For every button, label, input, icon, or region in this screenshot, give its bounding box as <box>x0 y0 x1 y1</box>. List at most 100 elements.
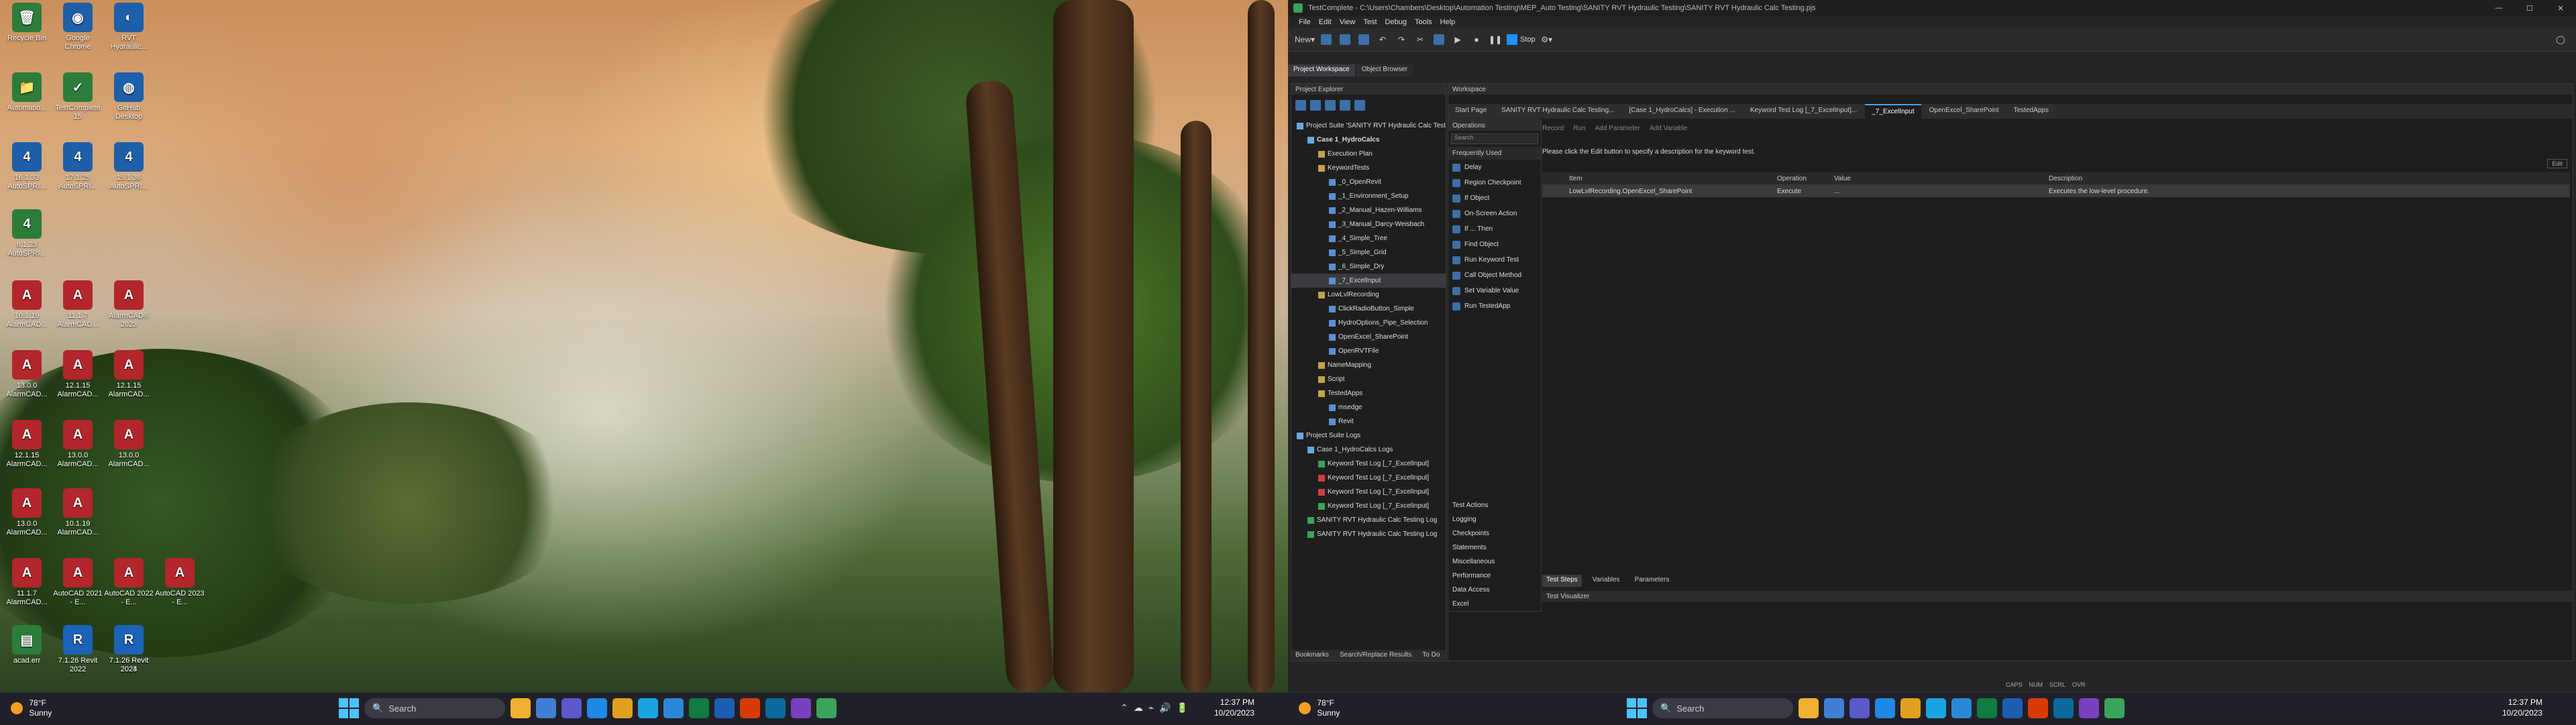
open-icon[interactable] <box>1319 32 1334 47</box>
sharepoint-icon[interactable] <box>765 698 786 718</box>
powerpoint-icon[interactable] <box>740 698 760 718</box>
edge-icon[interactable] <box>1875 698 1895 718</box>
teams-icon[interactable] <box>561 698 582 718</box>
testcomplete-icon[interactable] <box>816 698 837 718</box>
explorer-bottom-tab[interactable]: Bookmarks <box>1291 650 1333 661</box>
document-tab[interactable]: Start Page <box>1448 104 1494 119</box>
desktop-icon[interactable]: ◐ RVT Hydraulic... <box>103 3 154 52</box>
desktop-icon[interactable]: A AutoCAD 2021 - E... <box>52 558 103 607</box>
tree-node[interactable]: KeywordTests <box>1291 161 1446 175</box>
desktop-icon[interactable]: A AlarmCAD® 2023 <box>103 280 154 329</box>
new-button[interactable]: New ▾ <box>1295 32 1315 47</box>
system-tray[interactable]: ⌃☁⌁🔊🔋 <box>1120 702 1193 714</box>
desktop-icon[interactable]: ✓ TestComplete 15 <box>52 72 103 121</box>
tree-node[interactable]: OpenExcel_SharePoint <box>1291 330 1446 344</box>
document-tab[interactable]: [Case 1_HydroCalcs] - Execution ... <box>1622 104 1742 119</box>
file-explorer-icon[interactable] <box>1799 698 1819 718</box>
kw-add-parameter-button[interactable]: Add Parameter <box>1595 125 1640 132</box>
operation-item[interactable]: Region Checkpoint <box>1448 175 1541 190</box>
outlook-icon[interactable] <box>663 698 684 718</box>
desktop-icon[interactable]: A 12.1.15 AlarmCAD... <box>1 420 52 469</box>
desktop-icon[interactable]: ▤ acad.err <box>1 625 52 665</box>
save-all-icon[interactable] <box>1356 32 1371 47</box>
editor-bottom-tab[interactable]: Parameters <box>1631 575 1674 587</box>
store-icon[interactable] <box>1926 698 1946 718</box>
table-row[interactable]: LowLvlRecording.OpenExcel_SharePoint Exe… <box>1542 185 2570 197</box>
tree-node[interactable]: SANITY RVT Hydraulic Calc Testing Log <box>1291 513 1446 527</box>
undo-icon[interactable]: ↶ <box>1375 32 1390 47</box>
desktop-icon[interactable]: A 13.0.0 AlarmCAD... <box>1 488 52 537</box>
sharepoint-icon[interactable] <box>2053 698 2074 718</box>
tree-node[interactable]: _2_Manual_Hazen-Williams <box>1291 203 1446 217</box>
desktop-icon[interactable]: 4 16.1.33 AutoSPRI... <box>1 142 52 191</box>
document-tab[interactable]: SANITY RVT Hydraulic Calc Testing... <box>1495 104 1621 119</box>
copy-icon[interactable] <box>1432 32 1446 47</box>
tree-node[interactable]: ClickRadioButton_Simple <box>1291 302 1446 316</box>
operation-item[interactable]: Run Keyword Test <box>1448 252 1541 268</box>
workspace-tab[interactable]: Project Workspace <box>1288 64 1355 76</box>
desktop-icon[interactable]: R 7.1.26 Revit 2022 <box>52 625 103 674</box>
tree-node[interactable]: Revit <box>1291 414 1446 429</box>
tree-node[interactable]: Case 1_HydroCalcs Logs <box>1291 443 1446 457</box>
user-icon[interactable]: ◯ <box>2553 32 2568 47</box>
revit-icon[interactable] <box>2002 698 2023 718</box>
desktop-icon[interactable]: A 13.0.0 AlarmCAD... <box>103 420 154 469</box>
start-button[interactable] <box>339 698 359 718</box>
tree-node[interactable]: Case 1_HydroCalcs <box>1291 133 1446 147</box>
pause-icon[interactable]: ❚❚ <box>1488 32 1503 47</box>
explorer-tool-icon[interactable] <box>1325 100 1336 111</box>
excel-icon[interactable] <box>1977 698 1997 718</box>
test-visualizer-bar[interactable]: Test Visualizer <box>1542 591 2573 602</box>
col-value[interactable]: Value <box>1834 175 2049 182</box>
operation-item[interactable]: If ... Then <box>1448 221 1541 237</box>
github-icon[interactable] <box>791 698 811 718</box>
desktop-icon[interactable]: 🗑 Recycle Bin <box>1 3 52 43</box>
explorer-bottom-tab[interactable]: To Do <box>1418 650 1444 661</box>
kw-record-button[interactable]: Record <box>1542 125 1564 132</box>
explorer-tool-icon[interactable] <box>1310 100 1321 111</box>
kw-add-variable-button[interactable]: Add Variable <box>1650 125 1688 132</box>
operation-category[interactable]: Test Actions <box>1448 498 1541 512</box>
editor-bottom-tab[interactable]: Test Steps <box>1542 575 1582 587</box>
desktop-icon[interactable]: A 13.0.0 AlarmCAD... <box>52 420 103 469</box>
menu-file[interactable]: File <box>1299 18 1311 26</box>
edit-button[interactable]: Edit <box>2547 159 2567 168</box>
maximize-icon[interactable]: ☐ <box>2514 4 2545 13</box>
tree-node[interactable]: LowLvlRecording <box>1291 288 1446 302</box>
operation-item[interactable]: Set Variable Value <box>1448 283 1541 298</box>
kw-run-button[interactable]: Run <box>1573 125 1585 132</box>
file-explorer-icon[interactable] <box>511 698 531 718</box>
desktop-icon[interactable]: A 10.1.19 AlarmCAD... <box>52 488 103 537</box>
operation-category[interactable]: Statements <box>1448 541 1541 555</box>
tree-node[interactable]: _5_Simple_Grid <box>1291 245 1446 260</box>
tree-node[interactable]: Script <box>1291 372 1446 386</box>
operation-item[interactable]: On-Screen Action <box>1448 206 1541 221</box>
close-icon[interactable]: ✕ <box>2545 4 2576 13</box>
powerpoint-icon[interactable] <box>2028 698 2048 718</box>
tree-node[interactable]: NameMapping <box>1291 358 1446 372</box>
workspace-tab[interactable]: Object Browser <box>1356 64 1413 76</box>
tree-node[interactable]: msedge <box>1291 400 1446 414</box>
desktop-icon[interactable]: ◉ Google Chrome <box>52 3 103 52</box>
desktop-icon[interactable]: 4 15.1.36 AutoSPRI... <box>103 142 154 191</box>
stop-button[interactable]: Stop <box>1507 34 1536 45</box>
desktop-icon[interactable]: A 13.0.0 AlarmCAD... <box>1 350 52 399</box>
outlook-icon[interactable] <box>1951 698 1972 718</box>
explorer-tool-icon[interactable] <box>1354 100 1365 111</box>
record-icon[interactable]: ● <box>1469 32 1484 47</box>
document-tab[interactable]: _7_ExcelInput <box>1865 104 1921 119</box>
col-item[interactable]: Item <box>1542 175 1777 182</box>
explorer-tool-icon[interactable] <box>1295 100 1306 111</box>
menu-help[interactable]: Help <box>1440 18 1456 26</box>
menu-tools[interactable]: Tools <box>1415 18 1432 26</box>
menu-edit[interactable]: Edit <box>1319 18 1332 26</box>
operation-category[interactable]: Logging <box>1448 512 1541 526</box>
edge-icon[interactable] <box>587 698 607 718</box>
save-icon[interactable] <box>1338 32 1352 47</box>
tree-node[interactable]: _1_Environment_Setup <box>1291 189 1446 203</box>
desktop-icon[interactable]: A 11.1.7 AlarmCAD... <box>1 558 52 607</box>
desktop-icon[interactable]: A 12.1.15 AlarmCAD... <box>52 350 103 399</box>
operation-category[interactable]: Excel <box>1448 597 1541 611</box>
tree-node[interactable]: Project Suite 'SANITY RVT Hydraulic Calc… <box>1291 119 1446 133</box>
tree-node[interactable]: Keyword Test Log [_7_ExcelInput] <box>1291 485 1446 499</box>
